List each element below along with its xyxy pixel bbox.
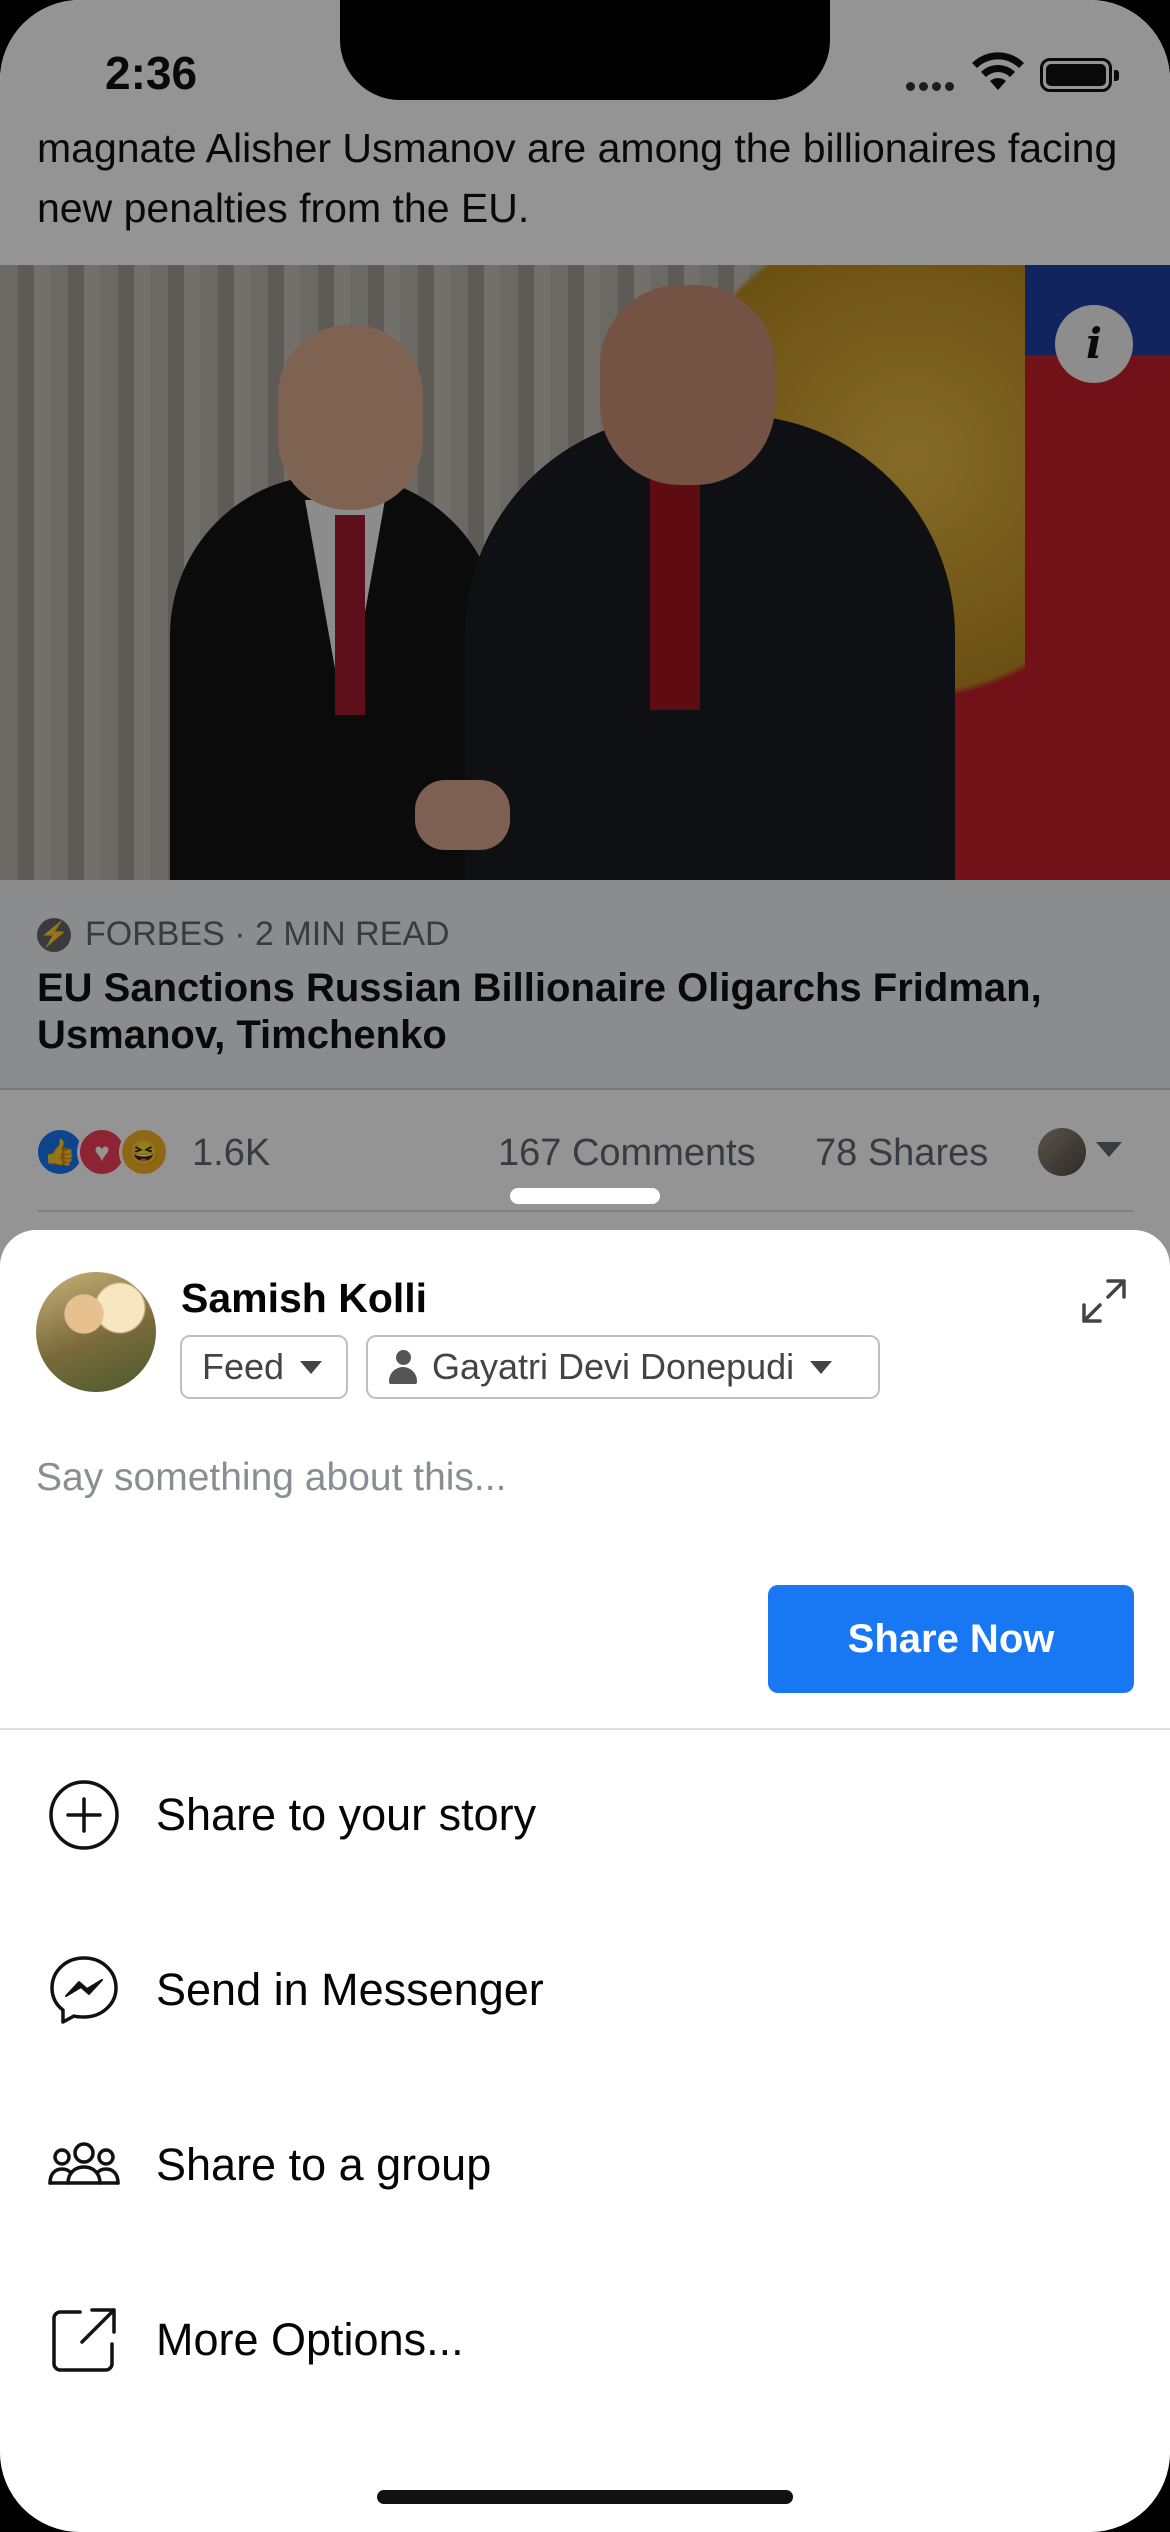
option-label: More Options... — [156, 2314, 464, 2365]
more-options-option[interactable]: More Options... — [0, 2265, 1170, 2415]
caret-down-icon — [300, 1360, 323, 1374]
group-icon — [48, 2142, 120, 2185]
share-caption-input[interactable] — [36, 1448, 1136, 1508]
send-in-messenger-option[interactable]: Send in Messenger — [0, 1915, 1170, 2065]
sheet-grabber[interactable] — [510, 1188, 660, 1204]
audience-label: Gayatri Devi Donepudi — [432, 1346, 795, 1387]
caret-down-icon — [810, 1360, 833, 1374]
option-label: Share to a group — [156, 2139, 492, 2190]
share-to-group-option[interactable]: Share to a group — [0, 2090, 1170, 2240]
divider — [0, 1728, 1170, 1730]
add-circle-icon — [49, 1780, 119, 1850]
phone-screen: 2:36 magnate Alisher Usmanov are among t… — [0, 0, 1170, 2532]
share-now-button[interactable]: Share Now — [768, 1585, 1134, 1693]
home-indicator[interactable] — [377, 2490, 793, 2504]
avatar — [36, 1272, 156, 1392]
option-label: Send in Messenger — [156, 1964, 544, 2015]
external-share-icon — [52, 2308, 116, 2372]
option-label: Share to your story — [156, 1789, 537, 1840]
person-icon — [388, 1350, 418, 1384]
destination-dropdown[interactable]: Feed — [180, 1335, 348, 1399]
messenger-icon — [50, 1956, 118, 2024]
audience-dropdown[interactable]: Gayatri Devi Donepudi — [366, 1335, 880, 1399]
share-to-story-option[interactable]: Share to your story — [0, 1740, 1170, 1890]
user-name: Samish Kolli — [181, 1275, 428, 1321]
destination-label: Feed — [202, 1346, 285, 1387]
expand-icon[interactable] — [1078, 1275, 1130, 1327]
share-sheet: Samish Kolli Feed Gayatri Devi Donepudi … — [0, 1230, 1170, 2532]
